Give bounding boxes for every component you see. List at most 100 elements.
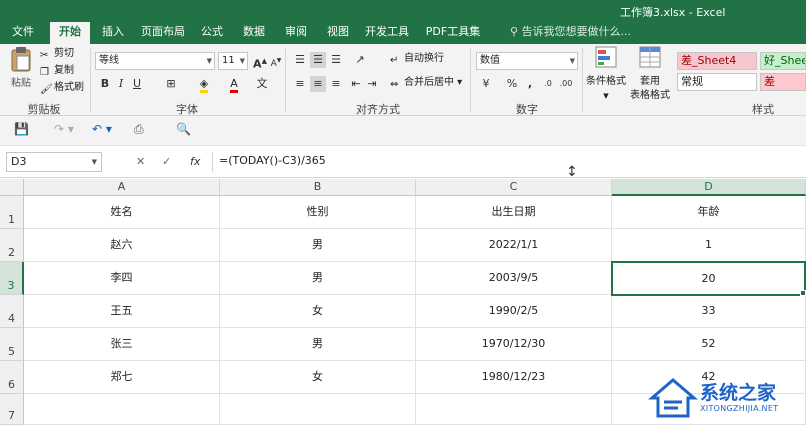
cell-c3[interactable]: 2003/9/5 xyxy=(416,262,612,295)
zoom-preview-icon[interactable]: 🔍 xyxy=(176,122,191,136)
cell-style-bad-sheet4[interactable]: 差_Sheet4 xyxy=(677,52,757,70)
align-bottom-icon[interactable]: ☰ xyxy=(328,52,344,68)
font-color-icon[interactable]: A xyxy=(226,76,242,93)
cell-a3[interactable]: 李四 xyxy=(24,262,220,295)
number-format-select[interactable]: 数值 ▼ xyxy=(476,52,578,70)
cell-a1[interactable]: 姓名 xyxy=(24,196,220,229)
tell-me-box[interactable]: ⚲ 告诉我您想要做什么... xyxy=(510,22,631,42)
tab-formulas[interactable]: 公式 xyxy=(196,22,228,44)
currency-icon[interactable]: ¥ xyxy=(478,76,494,92)
wrap-text-button[interactable]: ↵ 自动换行 xyxy=(390,52,444,66)
cell-d1[interactable]: 年龄 xyxy=(612,196,806,229)
cut-button[interactable]: ✂ 剪切 xyxy=(40,47,74,61)
increase-indent-icon[interactable]: ⇥ xyxy=(364,76,380,92)
window-title: 工作簿3.xlsx - Excel xyxy=(620,6,726,19)
tab-review[interactable]: 审阅 xyxy=(280,22,312,44)
cell-d4[interactable]: 33 xyxy=(612,295,806,328)
format-as-table-button[interactable]: 套用 表格格式 xyxy=(628,46,672,103)
cell-style-good-sheet[interactable]: 好_Sheet xyxy=(760,52,806,70)
font-size-select[interactable]: 11 ▼ xyxy=(218,52,248,70)
shrink-font-button[interactable]: A▼ xyxy=(268,53,284,69)
comma-button[interactable]: , xyxy=(522,76,538,92)
undo-icon[interactable]: ↶ ▾ xyxy=(92,122,112,136)
copy-button[interactable]: ❐ 复制 xyxy=(40,64,74,78)
font-name-select[interactable]: 等线 ▼ xyxy=(95,52,215,70)
tab-file[interactable]: 文件 xyxy=(6,22,40,44)
tab-developer[interactable]: 开发工具 xyxy=(362,22,412,44)
cell-d2[interactable]: 1 xyxy=(612,229,806,262)
cell-c6[interactable]: 1980/12/23 xyxy=(416,361,612,394)
fill-color-icon[interactable]: ◈ xyxy=(196,76,212,93)
cell-a4[interactable]: 王五 xyxy=(24,295,220,328)
percent-button[interactable]: % xyxy=(504,76,520,92)
merge-center-button[interactable]: ⇔ 合并后居中 ▾ xyxy=(390,76,462,90)
increase-decimal-icon[interactable]: .0 xyxy=(540,76,556,92)
tab-home[interactable]: 开始 xyxy=(50,22,90,44)
cell-d3-active[interactable]: 20 xyxy=(611,261,806,296)
row-header-2[interactable]: 2 xyxy=(0,229,24,262)
cell-b6[interactable]: 女 xyxy=(220,361,416,394)
cell-a7[interactable] xyxy=(24,394,220,425)
insert-function-icon[interactable]: fx xyxy=(190,155,200,168)
cell-c4[interactable]: 1990/2/5 xyxy=(416,295,612,328)
decrease-indent-icon[interactable]: ⇤ xyxy=(348,76,364,92)
save-icon[interactable]: 💾 xyxy=(14,122,29,136)
align-top-icon[interactable]: ☰ xyxy=(292,52,308,68)
tab-view[interactable]: 视图 xyxy=(322,22,354,44)
bold-button[interactable]: B xyxy=(97,76,113,92)
orientation-icon[interactable]: ↗ xyxy=(352,52,368,68)
decrease-decimal-icon[interactable]: .00 xyxy=(558,76,574,92)
cell-b4[interactable]: 女 xyxy=(220,295,416,328)
column-header-a[interactable]: A xyxy=(24,179,220,196)
row-header-7[interactable]: 7 xyxy=(0,394,24,425)
align-center-icon[interactable]: ≡ xyxy=(310,76,326,92)
align-left-icon[interactable]: ≡ xyxy=(292,76,308,92)
cell-a6[interactable]: 郑七 xyxy=(24,361,220,394)
fill-handle[interactable] xyxy=(800,290,806,296)
paste-button[interactable]: 粘贴 xyxy=(8,46,34,90)
row-header-6[interactable]: 6 xyxy=(0,361,24,394)
select-all-corner[interactable] xyxy=(0,179,24,196)
phonetic-icon[interactable]: 文 xyxy=(254,76,270,92)
cell-b2[interactable]: 男 xyxy=(220,229,416,262)
cell-style-normal[interactable]: 常规 xyxy=(677,73,757,91)
row-header-5[interactable]: 5 xyxy=(0,328,24,361)
align-right-icon[interactable]: ≡ xyxy=(328,76,344,92)
tab-data[interactable]: 数据 xyxy=(238,22,270,44)
cell-a2[interactable]: 赵六 xyxy=(24,229,220,262)
row-header-4[interactable]: 4 xyxy=(0,295,24,328)
print-preview-icon[interactable]: ⎙ xyxy=(134,122,144,137)
cell-c1[interactable]: 出生日期 xyxy=(416,196,612,229)
row-header-1[interactable]: 1 xyxy=(0,196,24,229)
name-box[interactable]: D3 ▼ xyxy=(6,152,102,172)
format-painter-button[interactable]: 🖌格式刷 xyxy=(40,81,84,95)
column-header-d[interactable]: D xyxy=(612,179,806,196)
align-middle-icon[interactable]: ☰ xyxy=(310,52,326,68)
enter-icon[interactable]: ✓ xyxy=(162,155,171,168)
cell-c5[interactable]: 1970/12/30 xyxy=(416,328,612,361)
column-header-c[interactable]: C xyxy=(416,179,612,196)
tab-pdf-tools[interactable]: PDF工具集 xyxy=(422,22,484,44)
cell-d5[interactable]: 52 xyxy=(612,328,806,361)
italic-button[interactable]: I xyxy=(113,76,129,92)
borders-icon[interactable]: ⊞ xyxy=(163,76,179,92)
cell-a5[interactable]: 张三 xyxy=(24,328,220,361)
chevron-down-icon: ▼ xyxy=(603,92,609,100)
cell-style-bad[interactable]: 差 xyxy=(760,73,806,91)
underline-button[interactable]: U xyxy=(129,76,145,92)
cancel-icon[interactable]: ✕ xyxy=(136,155,145,168)
cell-b7[interactable] xyxy=(220,394,416,425)
grow-font-button[interactable]: A▲ xyxy=(252,53,268,71)
cell-c7[interactable] xyxy=(416,394,612,425)
redo-icon[interactable]: ↷ ▾ xyxy=(54,122,74,136)
tab-page-layout[interactable]: 页面布局 xyxy=(138,22,188,44)
conditional-format-button[interactable]: 条件格式 ▼ xyxy=(586,46,626,103)
column-header-b[interactable]: B xyxy=(220,179,416,196)
cell-c2[interactable]: 2022/1/1 xyxy=(416,229,612,262)
cell-b3[interactable]: 男 xyxy=(220,262,416,295)
cell-b5[interactable]: 男 xyxy=(220,328,416,361)
row-header-3[interactable]: 3 xyxy=(0,262,24,295)
cell-b1[interactable]: 性别 xyxy=(220,196,416,229)
formula-input[interactable]: =(TODAY()-C3)/365 xyxy=(212,152,802,172)
tab-insert[interactable]: 插入 xyxy=(96,22,130,44)
